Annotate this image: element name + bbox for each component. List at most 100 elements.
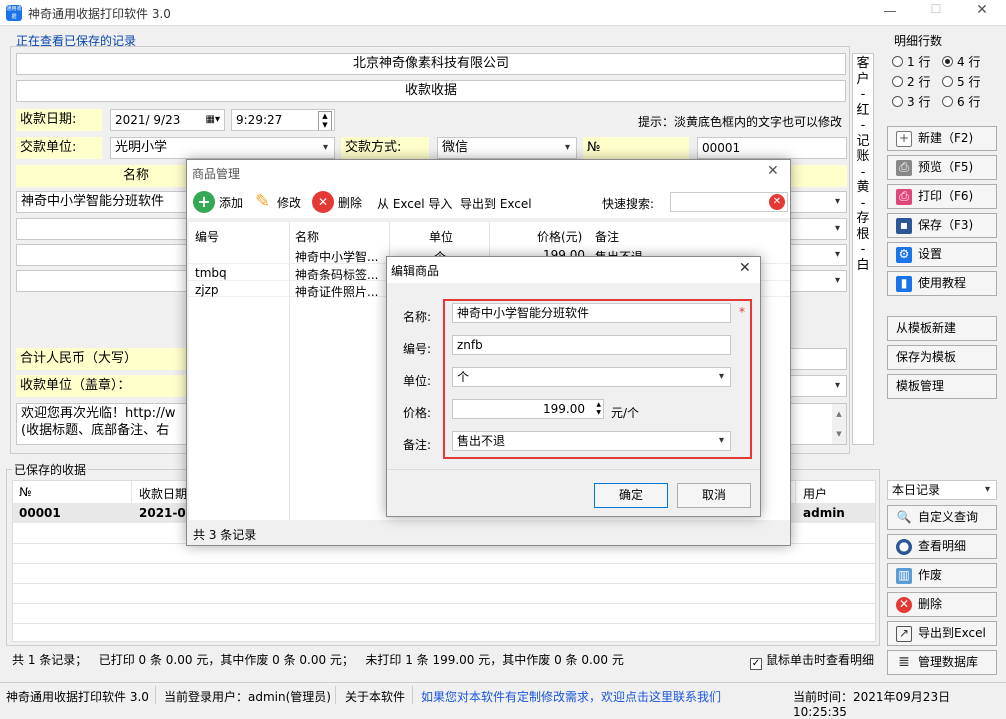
plus-icon: + — [193, 191, 215, 213]
item-row-1-name[interactable]: 神奇中小学智能分班软件 — [16, 191, 191, 213]
goods-row-code: tmbq — [195, 266, 227, 280]
settings-button[interactable]: ⚙ 设置 — [887, 242, 997, 267]
status-app: 神奇通用收据打印软件 3.0 — [6, 690, 149, 704]
rows-radio-5[interactable]: 5 行 — [942, 75, 980, 89]
print-button[interactable]: ⎙ 打印（F6) — [887, 184, 997, 209]
saved-summary: 共 1 条记录； 已打印 0 条 0.00 元，其中作废 0 条 0.00 元；… — [12, 653, 624, 667]
method-label[interactable]: 交款方式: — [341, 137, 429, 159]
saved-header-no[interactable]: № — [19, 485, 31, 499]
export-excel-goods-button[interactable]: 导出到 Excel — [460, 195, 532, 212]
edit-price-stepper[interactable]: 199.00 ▲ ▼ — [452, 399, 604, 419]
total-label[interactable]: 合计人民币（大写） — [16, 348, 191, 370]
add-goods-button[interactable]: + 添加 — [193, 191, 243, 213]
date-picker[interactable]: 2021/ 9/23 ▦▾ — [110, 109, 225, 131]
delete-goods-button[interactable]: ✕ 删除 — [312, 191, 362, 213]
status-time: 当前时间：2021年09月23日 10:25:35 — [793, 690, 951, 719]
rows-radio-4[interactable]: 4 行 — [942, 55, 980, 69]
tutorial-button[interactable]: ▮ 使用教程 — [887, 271, 997, 296]
item-row-1-note[interactable] — [790, 191, 847, 213]
edit-close-icon[interactable]: ✕ — [739, 260, 751, 276]
copy-type-char: 白 — [856, 257, 870, 273]
copy-type-char: 根 — [856, 226, 870, 242]
edit-note-label: 备注: — [403, 438, 432, 452]
goods-row-code: zjzp — [195, 283, 219, 297]
payee-label[interactable]: 收款单位（盖章）： — [16, 375, 191, 397]
from-template-button[interactable]: 从模板新建 — [887, 316, 997, 341]
edit-goods-button[interactable]: ✎ 修改 — [255, 191, 301, 213]
saved-row-no: 00001 — [19, 506, 61, 520]
floppy-icon: ▪ — [896, 217, 912, 234]
goods-header-note[interactable]: 备注 — [595, 228, 619, 245]
ok-button[interactable]: 确定 — [594, 483, 668, 508]
record-filter-select[interactable]: 本日记录 — [887, 480, 997, 500]
goods-header-price[interactable]: 价格(元) — [537, 228, 582, 245]
close-button[interactable]: ✕ — [972, 2, 992, 18]
item-row-3[interactable] — [16, 244, 191, 266]
saved-header-date[interactable]: 收款日期 — [139, 485, 187, 502]
payer-select[interactable]: 光明小学 — [110, 137, 335, 159]
edit-note-select[interactable]: 售出不退 — [452, 431, 731, 451]
calendar-icon[interactable]: ▦▾ — [206, 110, 220, 130]
import-excel-button[interactable]: 从 Excel 导入 — [377, 195, 452, 212]
goods-header-code[interactable]: 编号 — [195, 228, 219, 245]
preview-button[interactable]: ⎙ 预览（F5) — [887, 155, 997, 180]
quick-search-input[interactable]: ✕ — [670, 192, 788, 212]
preview-printer-icon: ⎙ — [896, 159, 912, 176]
about-link[interactable]: 关于本软件 — [345, 688, 405, 705]
item-row-4[interactable] — [16, 270, 191, 292]
void-button[interactable]: ▥ 作废 — [887, 563, 997, 588]
rows-radio-2[interactable]: 2 行 — [892, 72, 942, 92]
rows-radio-6[interactable]: 6 行 — [942, 95, 980, 109]
rows-radio-3[interactable]: 3 行 — [892, 92, 942, 112]
edit-name-input[interactable]: 神奇中小学智能分班软件 — [452, 303, 731, 323]
date-label[interactable]: 收款日期: — [16, 109, 102, 131]
stepper-arrows-icon[interactable]: ▲ ▼ — [596, 401, 601, 417]
scrollbar[interactable]: ▲ ▼ — [832, 404, 846, 444]
edit-unit-select[interactable]: 个 — [452, 367, 731, 387]
custom-query-button[interactable]: 🔍 自定义查询 — [887, 505, 997, 530]
manage-db-button[interactable]: ≣ 管理数据库 — [887, 650, 997, 675]
price-unit-label: 元/个 — [611, 406, 640, 420]
copy-type-char: - — [860, 164, 866, 180]
checkbox-checked-icon[interactable]: ✓ — [750, 658, 762, 670]
view-detail-button[interactable]: ● 查看明细 — [887, 534, 997, 559]
cancel-button[interactable]: 取消 — [677, 483, 751, 508]
maximize-button[interactable]: ☐ — [926, 2, 946, 16]
delete-button[interactable]: ✕ 删除 — [887, 592, 997, 617]
export-excel-button[interactable]: ↗ 导出到Excel — [887, 621, 997, 646]
saved-header-user[interactable]: 用户 — [803, 485, 827, 502]
goods-header-unit[interactable]: 单位 — [429, 228, 453, 245]
minimize-button[interactable]: ― — [880, 4, 900, 18]
rows-radio-1[interactable]: 1 行 — [892, 52, 942, 72]
item-row-4-note[interactable] — [790, 270, 847, 292]
company-field[interactable]: 北京神奇像素科技有限公司 — [16, 53, 846, 75]
no-label[interactable]: № — [583, 137, 689, 159]
new-button[interactable]: + 新建（F2) — [887, 126, 997, 151]
method-select[interactable]: 微信 — [437, 137, 577, 159]
contact-link[interactable]: 如果您对本软件有定制修改需求，欢迎点击这里联系我们 — [421, 688, 721, 705]
template-manager-button[interactable]: 模板管理 — [887, 374, 997, 399]
goods-header-name[interactable]: 名称 — [295, 228, 319, 245]
save-button[interactable]: ▪ 保存（F3) — [887, 213, 997, 238]
spinner-icon[interactable]: ▲ ▼ — [318, 111, 332, 130]
export-icon: ↗ — [896, 625, 912, 642]
total-amount-field[interactable] — [790, 348, 847, 370]
copy-type-char: 存 — [856, 211, 870, 226]
payer-label[interactable]: 交款单位: — [16, 137, 102, 159]
copy-type-label[interactable]: 客户-红-记账-黄-存根-白 — [852, 53, 874, 445]
book-icon: ▮ — [896, 275, 912, 292]
item-row-2-note[interactable] — [790, 218, 847, 240]
no-field[interactable]: 00001 — [697, 137, 847, 159]
item-row-3-note[interactable] — [790, 244, 847, 266]
click-detail-toggle[interactable]: ✓ 鼠标单击时查看明细 — [750, 651, 874, 670]
time-picker[interactable]: 9:29:27 ▲ ▼ — [231, 109, 335, 131]
copy-type-char: - — [860, 118, 866, 133]
item-row-2[interactable] — [16, 218, 191, 240]
edit-code-input[interactable]: znfb — [452, 335, 731, 355]
doc-title-field[interactable]: 收款收据 — [16, 80, 846, 102]
clear-search-icon[interactable]: ✕ — [769, 194, 785, 210]
delete-x-icon: ✕ — [312, 191, 334, 213]
save-template-button[interactable]: 保存为模板 — [887, 345, 997, 370]
payee-select[interactable] — [790, 375, 847, 397]
goods-close-icon[interactable]: ✕ — [767, 163, 779, 179]
